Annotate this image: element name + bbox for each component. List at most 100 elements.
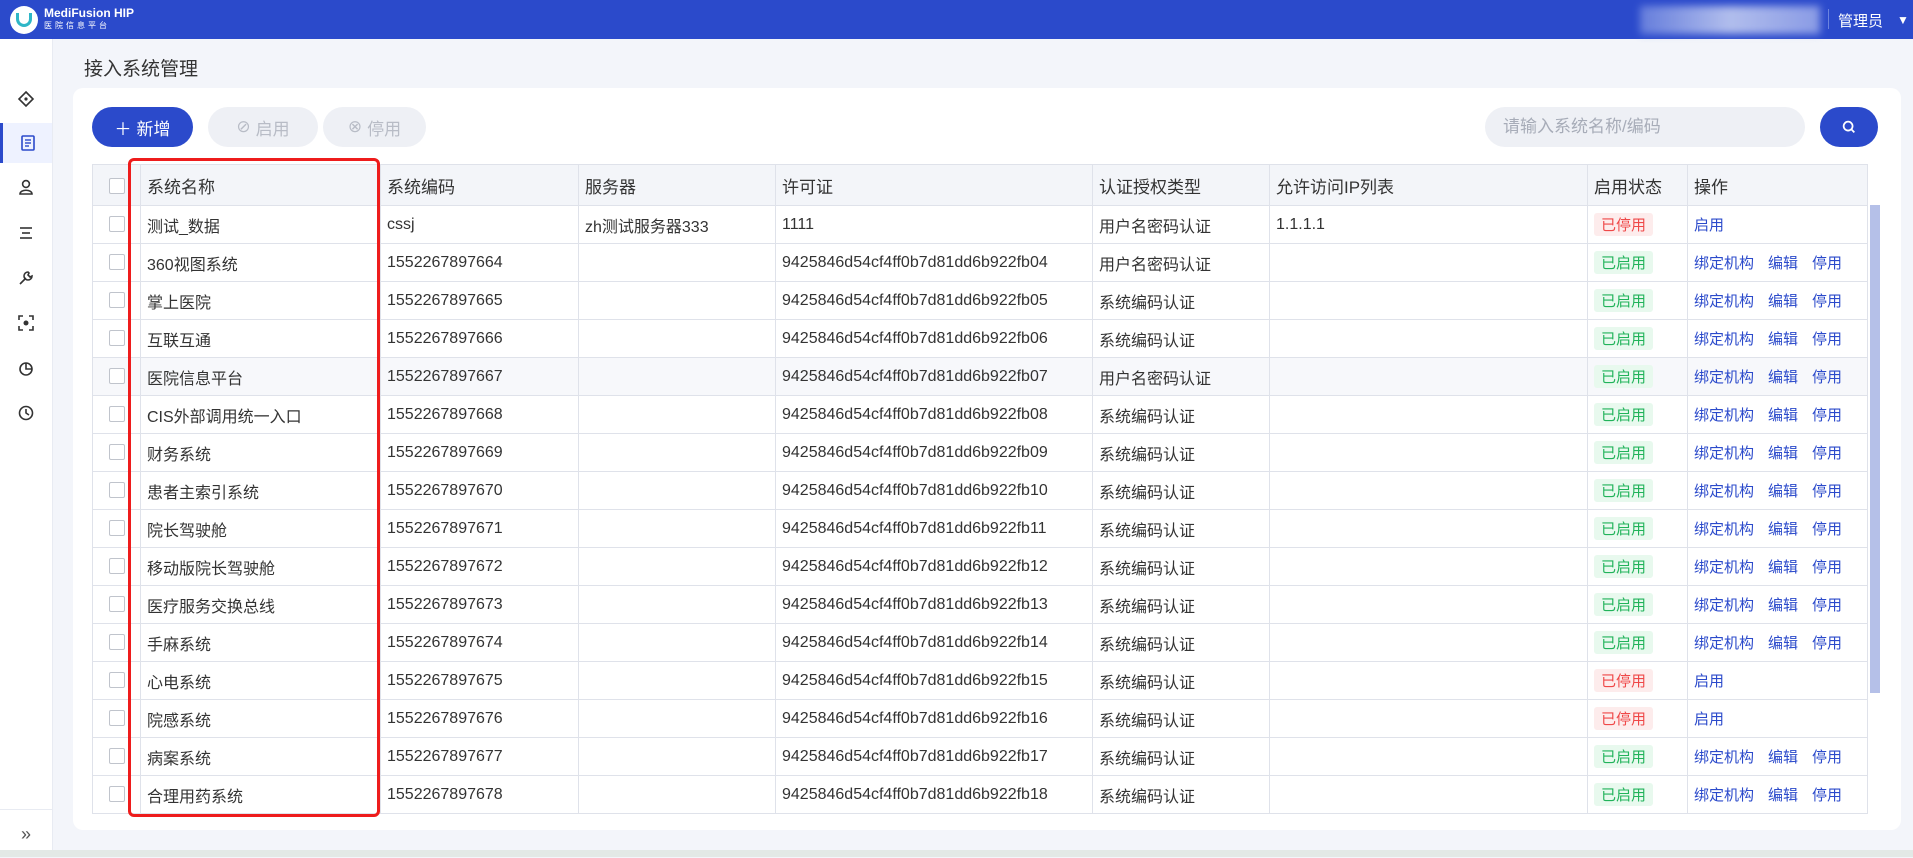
edit-link[interactable]: 编辑 [1768, 293, 1798, 310]
disable-link[interactable]: 停用 [1812, 597, 1842, 614]
cell-ip-list [1269, 547, 1588, 586]
row-checkbox[interactable] [92, 661, 141, 700]
row-checkbox[interactable] [92, 243, 141, 282]
disable-link[interactable]: 停用 [1812, 483, 1842, 500]
row-checkbox[interactable] [92, 433, 141, 472]
search-input[interactable] [1485, 107, 1805, 147]
row-checkbox[interactable] [92, 471, 141, 510]
edit-link[interactable]: 编辑 [1768, 521, 1798, 538]
disable-link[interactable]: 停用 [1812, 787, 1842, 804]
bind-org-link[interactable]: 绑定机构 [1694, 369, 1754, 386]
edit-link[interactable]: 编辑 [1768, 559, 1798, 576]
select-all-checkbox[interactable] [92, 164, 141, 206]
cell-system-name: 移动版院长驾驶舱 [140, 547, 381, 586]
cell-server [578, 395, 776, 434]
enable-button[interactable]: ⊘ 启用 [208, 107, 318, 147]
cell-license: 9425846d54cf4ff0b7d81dd6b922fb08 [775, 395, 1093, 434]
pie-chart-icon[interactable] [0, 349, 52, 389]
row-checkbox[interactable] [92, 623, 141, 662]
disable-link[interactable]: 停用 [1812, 369, 1842, 386]
cell-auth-type: 系统编码认证 [1092, 585, 1270, 624]
table-row: 360视图系统 1552267897664 9425846d54cf4ff0b7d8… [92, 243, 1868, 282]
cell-status: 已启用 [1587, 471, 1688, 510]
row-checkbox[interactable] [92, 585, 141, 624]
bind-org-link[interactable]: 绑定机构 [1694, 331, 1754, 348]
row-checkbox[interactable] [92, 357, 141, 396]
bind-org-link[interactable]: 绑定机构 [1694, 787, 1754, 804]
disable-link[interactable]: 停用 [1812, 407, 1842, 424]
row-checkbox[interactable] [92, 205, 141, 244]
cell-auth-type: 系统编码认证 [1092, 471, 1270, 510]
edit-link[interactable]: 编辑 [1768, 597, 1798, 614]
cell-actions: 绑定机构 编辑 停用 [1687, 471, 1868, 510]
row-checkbox[interactable] [92, 395, 141, 434]
status-badge: 已启用 [1594, 631, 1654, 654]
disable-link[interactable]: 停用 [1812, 445, 1842, 462]
disable-link[interactable]: 停用 [1812, 559, 1842, 576]
logo-icon [10, 6, 38, 34]
wrench-icon[interactable] [0, 258, 52, 298]
edit-link[interactable]: 编辑 [1768, 331, 1798, 348]
disable-link[interactable]: 停用 [1812, 293, 1842, 310]
bind-org-link[interactable]: 绑定机构 [1694, 749, 1754, 766]
cell-system-code: 1552267897668 [380, 395, 579, 434]
bind-org-link[interactable]: 绑定机构 [1694, 445, 1754, 462]
scrollbar[interactable] [1870, 205, 1880, 693]
search-button[interactable] [1820, 107, 1878, 147]
list-icon[interactable] [0, 213, 52, 253]
enable-link[interactable]: 启用 [1694, 673, 1724, 690]
cell-ip-list [1269, 623, 1588, 662]
row-checkbox[interactable] [92, 699, 141, 738]
enable-button-label: 启用 [255, 119, 290, 139]
cell-auth-type: 系统编码认证 [1092, 509, 1270, 548]
bind-org-link[interactable]: 绑定机构 [1694, 255, 1754, 272]
row-checkbox[interactable] [92, 281, 141, 320]
bind-org-link[interactable]: 绑定机构 [1694, 483, 1754, 500]
disable-link[interactable]: 停用 [1812, 749, 1842, 766]
bind-org-link[interactable]: 绑定机构 [1694, 521, 1754, 538]
user-menu[interactable]: 管理员 [1838, 10, 1883, 31]
row-checkbox[interactable] [92, 509, 141, 548]
user-icon[interactable] [0, 167, 52, 207]
disable-link[interactable]: 停用 [1812, 255, 1842, 272]
enable-link[interactable]: 启用 [1694, 711, 1724, 728]
cell-server [578, 585, 776, 624]
bind-org-link[interactable]: 绑定机构 [1694, 407, 1754, 424]
cell-license: 9425846d54cf4ff0b7d81dd6b922fb04 [775, 243, 1093, 282]
sidebar: » [0, 39, 53, 857]
clock-icon[interactable] [0, 393, 52, 433]
disable-link[interactable]: 停用 [1812, 635, 1842, 652]
cell-system-code: 1552267897673 [380, 585, 579, 624]
home-icon[interactable] [0, 79, 52, 119]
table-container: 系统名称 系统编码 服务器 许可证 认证授权类型 允许访问IP列表 启用状态 操… [92, 164, 1882, 814]
cell-system-code: 1552267897667 [380, 357, 579, 396]
add-button[interactable]: ＋ 新增 [92, 107, 193, 147]
disable-link[interactable]: 停用 [1812, 331, 1842, 348]
edit-link[interactable]: 编辑 [1768, 787, 1798, 804]
cell-license: 9425846d54cf4ff0b7d81dd6b922fb17 [775, 737, 1093, 776]
cell-system-name: 医疗服务交换总线 [140, 585, 381, 624]
row-checkbox[interactable] [92, 319, 141, 358]
enable-link[interactable]: 启用 [1694, 217, 1724, 234]
bind-org-link[interactable]: 绑定机构 [1694, 293, 1754, 310]
bind-org-link[interactable]: 绑定机构 [1694, 635, 1754, 652]
edit-link[interactable]: 编辑 [1768, 369, 1798, 386]
cell-status: 已停用 [1587, 699, 1688, 738]
edit-link[interactable]: 编辑 [1768, 445, 1798, 462]
chevron-down-icon[interactable]: ▼ [1897, 13, 1909, 27]
disable-link[interactable]: 停用 [1812, 521, 1842, 538]
disable-button[interactable]: ⊗ 停用 [323, 107, 426, 147]
bind-org-link[interactable]: 绑定机构 [1694, 559, 1754, 576]
cell-ip-list [1269, 433, 1588, 472]
row-checkbox[interactable] [92, 737, 141, 776]
edit-link[interactable]: 编辑 [1768, 635, 1798, 652]
edit-link[interactable]: 编辑 [1768, 407, 1798, 424]
edit-link[interactable]: 编辑 [1768, 255, 1798, 272]
edit-link[interactable]: 编辑 [1768, 749, 1798, 766]
bind-org-link[interactable]: 绑定机构 [1694, 597, 1754, 614]
document-icon[interactable] [0, 123, 52, 163]
scan-icon[interactable] [0, 303, 52, 343]
row-checkbox[interactable] [92, 775, 141, 814]
edit-link[interactable]: 编辑 [1768, 483, 1798, 500]
row-checkbox[interactable] [92, 547, 141, 586]
